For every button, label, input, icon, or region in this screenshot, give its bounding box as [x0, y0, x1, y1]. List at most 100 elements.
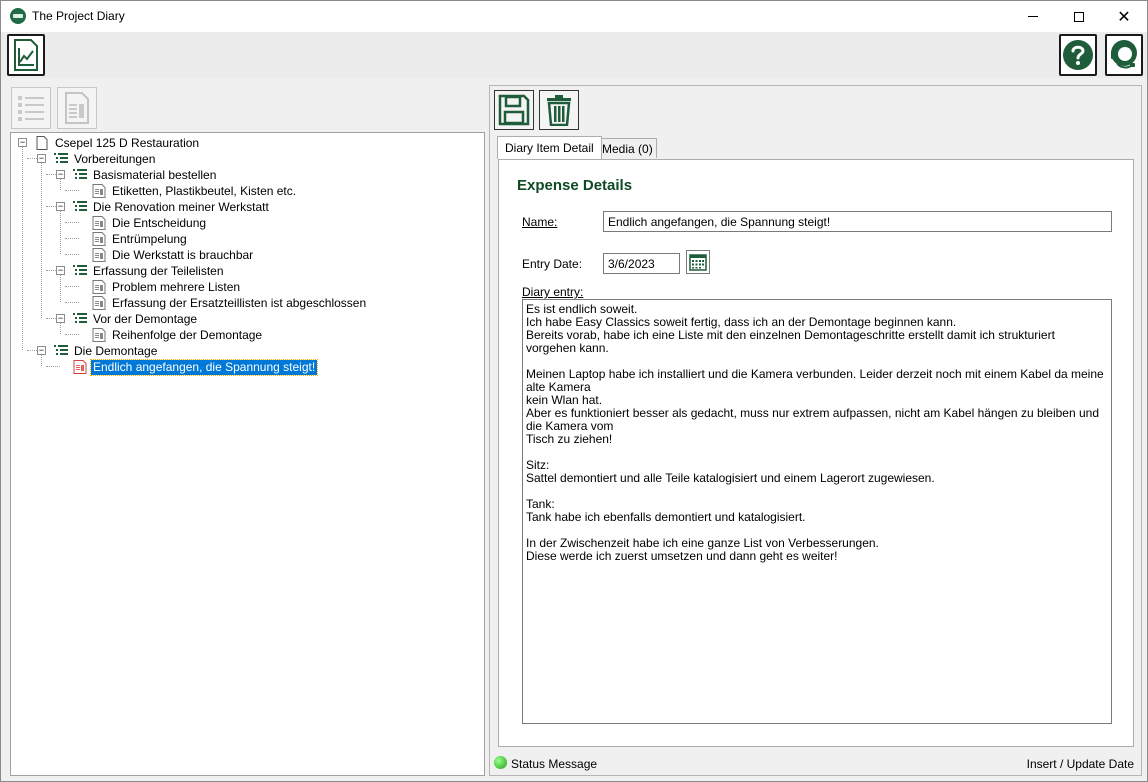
tree-node-label: Erfassung der Ersatzteillisten ist abges… — [112, 295, 367, 310]
delete-button[interactable] — [539, 90, 579, 130]
tree-line — [41, 354, 42, 366]
entry-document-icon — [92, 296, 106, 310]
entry-date-label: Entry Date: — [522, 257, 583, 271]
add-group-button[interactable] — [11, 87, 51, 129]
tree-line — [65, 286, 79, 287]
tree-node-label: Die Entscheidung — [112, 215, 207, 230]
main-toolbar — [1, 32, 1147, 78]
tree-node-entry[interactable]: Die Entscheidung — [91, 215, 208, 231]
tree-node-label: Die Werkstatt is brauchbar — [112, 247, 254, 262]
help-button[interactable] — [1059, 34, 1097, 76]
entry-document-icon — [92, 328, 106, 342]
tree-node-entry[interactable]: Die Werkstatt is brauchbar — [91, 247, 255, 263]
tree-node-entry[interactable]: Etiketten, Plastikbeutel, Kisten etc. — [91, 183, 298, 199]
tree-line — [46, 366, 60, 367]
tree-node-label: Etiketten, Plastikbeutel, Kisten etc. — [112, 183, 297, 198]
tree-collapse-toggle[interactable]: − — [56, 314, 65, 323]
entry-line: Tank habe ich ebenfalls demontiert und k… — [526, 510, 806, 524]
close-icon: ✕ — [1117, 8, 1131, 26]
tree-node-group[interactable]: Erfassung der Teilelisten — [72, 263, 226, 279]
tree-node-group[interactable]: Vor der Demontage — [72, 311, 199, 327]
tree-node-group[interactable]: Die Renovation meiner Werkstatt — [72, 199, 271, 215]
entry-document-icon — [92, 184, 106, 198]
entry-line: Diese werde ich zuerst umsetzen und dann… — [526, 549, 838, 563]
tree-line — [65, 254, 79, 255]
entry-document-icon — [92, 232, 106, 246]
tree-node-entry[interactable]: Reihenfolge der Demontage — [91, 327, 264, 343]
diary-entry-textarea[interactable]: Es ist endlich soweit. Ich habe Easy Cla… — [522, 299, 1112, 724]
tree-collapse-toggle[interactable]: − — [37, 154, 46, 163]
tree-line — [60, 178, 61, 190]
tree-node-group[interactable]: Basismaterial bestellen — [72, 167, 218, 183]
tree-node-label: Problem mehrere Listen — [112, 279, 241, 294]
minimize-button[interactable] — [1010, 1, 1056, 32]
tree-node-group[interactable]: Die Demontage — [53, 343, 159, 359]
support-button[interactable] — [1105, 34, 1143, 76]
support-headset-icon — [1111, 40, 1137, 69]
tree-node-entry-selected[interactable]: Endlich angefangen, die Spannung steigt! — [72, 358, 319, 376]
name-field[interactable]: Endlich angefangen, die Spannung steigt! — [603, 211, 1112, 232]
group-list-icon — [54, 345, 68, 355]
tree-node-label: Vor der Demontage — [93, 311, 198, 326]
tree-node-entry[interactable]: Problem mehrere Listen — [91, 279, 242, 295]
tree-line — [60, 210, 61, 254]
minimize-icon — [1028, 16, 1038, 17]
entry-line: Tisch zu ziehen! — [526, 432, 613, 446]
tree-node-label: Die Demontage — [74, 343, 158, 358]
tree-node-group[interactable]: Vorbereitungen — [53, 151, 157, 167]
entry-line: Sattel demontiert und alle Teile katalog… — [526, 471, 935, 485]
name-label: Name: — [522, 215, 558, 229]
date-picker-button[interactable] — [686, 250, 710, 274]
diary-entry-label: Diary entry: — [522, 285, 584, 299]
tree-node-label: Reihenfolge der Demontage — [112, 327, 263, 342]
close-button[interactable]: ✕ — [1101, 1, 1147, 32]
entry-line — [526, 446, 1108, 459]
tree-node-entry[interactable]: Entrümpelung — [91, 231, 189, 247]
app-logo-icon — [10, 8, 26, 24]
tab-diary-item-detail[interactable]: Diary Item Detail — [497, 136, 602, 159]
tree-line — [46, 206, 56, 207]
tree-line — [41, 162, 42, 318]
tree-collapse-toggle[interactable]: − — [56, 202, 65, 211]
maximize-button[interactable] — [1056, 1, 1102, 32]
tree-line — [46, 270, 56, 271]
detail-panel: Diary Item Detail Media (0) Expense Deta… — [489, 85, 1142, 776]
entry-line: Bereits vorab, habe ich eine Liste mit d… — [526, 328, 1059, 355]
calendar-icon — [689, 254, 707, 271]
tree-collapse-toggle[interactable]: − — [18, 138, 27, 147]
tree-node-project[interactable]: Csepel 125 D Restauration — [34, 135, 201, 151]
tree-node-label: Csepel 125 D Restauration — [55, 135, 200, 150]
detail-tab-page: Expense Details Name: Endlich angefangen… — [498, 159, 1134, 747]
app-window: The Project Diary ✕ − − − − − − − Csepel… — [0, 0, 1148, 782]
tree-node-entry[interactable]: Erfassung der Ersatzteillisten ist abges… — [91, 295, 368, 311]
tree-line — [27, 158, 37, 159]
entry-line — [526, 485, 1108, 498]
tree-node-label: Erfassung der Teilelisten — [93, 263, 224, 278]
group-list-icon — [73, 169, 87, 179]
save-button[interactable] — [494, 90, 534, 130]
trash-icon — [547, 95, 571, 126]
status-bar: Status Message Insert / Update Date — [490, 753, 1141, 775]
section-title: Expense Details — [517, 177, 633, 194]
tab-label: Media (0) — [602, 141, 653, 156]
entry-date-field[interactable]: 3/6/2023 — [603, 253, 680, 274]
tree-line — [22, 146, 23, 350]
chart-report-icon — [14, 39, 38, 71]
report-button[interactable] — [7, 34, 45, 76]
tree-node-label: Die Renovation meiner Werkstatt — [93, 199, 269, 214]
help-question-icon — [1063, 40, 1093, 70]
tab-label: Diary Item Detail — [505, 141, 594, 155]
tree-collapse-toggle[interactable]: − — [56, 170, 65, 179]
entry-document-icon — [73, 360, 87, 374]
status-ok-icon — [494, 756, 507, 769]
diary-tree[interactable]: − − − − − − − Csepel 125 D Restauration … — [10, 132, 485, 776]
group-list-icon — [73, 313, 87, 323]
tree-line — [46, 318, 56, 319]
tree-line — [27, 350, 37, 351]
tree-collapse-toggle[interactable]: − — [37, 346, 46, 355]
tree-collapse-toggle[interactable]: − — [56, 266, 65, 275]
add-item-button[interactable] — [57, 87, 97, 129]
tree-line — [65, 222, 79, 223]
list-icon — [18, 96, 44, 121]
entry-document-icon — [92, 280, 106, 294]
